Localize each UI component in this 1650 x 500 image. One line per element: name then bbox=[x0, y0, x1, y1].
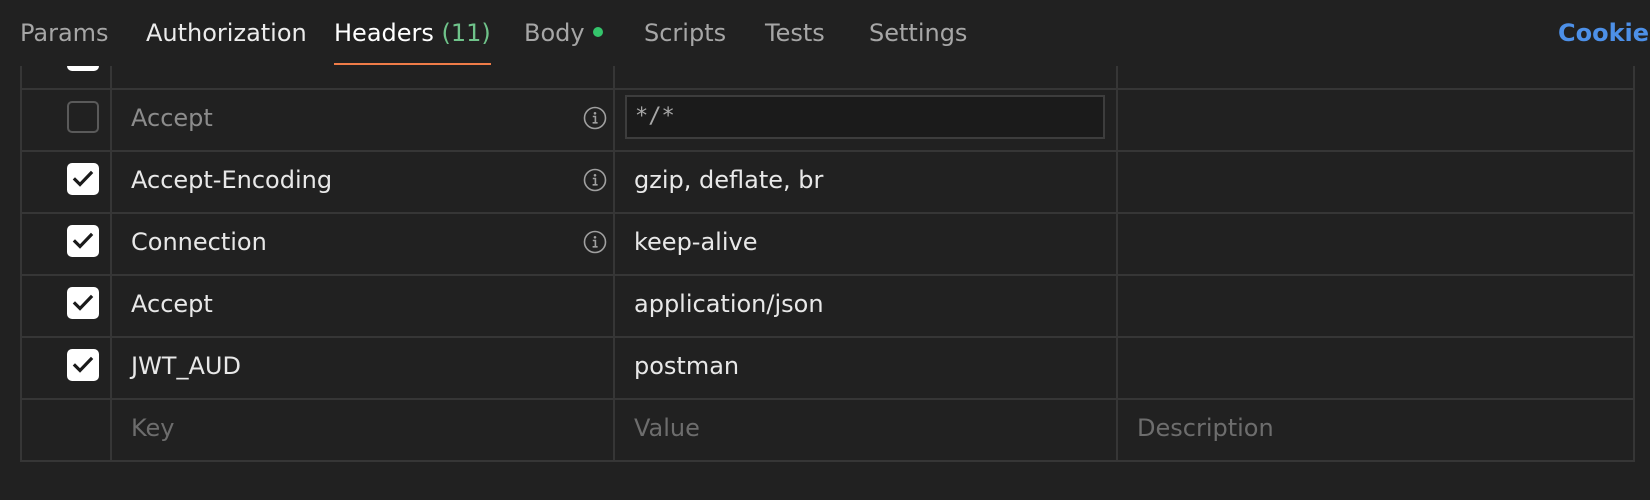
header-value: postman bbox=[634, 352, 740, 380]
row-description-cell[interactable] bbox=[1118, 334, 1635, 398]
header-value-input[interactable]: */* bbox=[625, 95, 1105, 139]
row-value-cell[interactable]: gzip, deflate, br bbox=[615, 148, 1118, 212]
row-description-cell[interactable] bbox=[1118, 210, 1635, 274]
new-value-placeholder[interactable]: Value bbox=[634, 396, 700, 460]
tab-settings[interactable]: Settings bbox=[869, 0, 967, 66]
info-icon[interactable] bbox=[583, 168, 607, 192]
new-key-placeholder[interactable]: Key bbox=[131, 396, 175, 460]
row-value-cell[interactable]: application/json bbox=[615, 272, 1118, 336]
header-key: Accept bbox=[131, 104, 213, 132]
row-description-cell[interactable] bbox=[1118, 148, 1635, 212]
tab-scripts[interactable]: Scripts bbox=[644, 0, 726, 66]
header-value: gzip, deflate, br bbox=[634, 166, 824, 194]
tab-headers[interactable]: Headers (11) bbox=[334, 0, 491, 66]
tab-tests-label: Tests bbox=[765, 19, 825, 47]
table-row: Connection keep-alive bbox=[20, 210, 1635, 276]
header-key: JWT_AUD bbox=[131, 352, 241, 380]
active-tab-underline bbox=[334, 63, 491, 65]
row-description-cell[interactable] bbox=[1118, 272, 1635, 336]
table-row: Accept-Encoding gzip, deflate, br bbox=[20, 148, 1635, 214]
row-check-cell bbox=[22, 86, 112, 150]
checkmark-icon bbox=[72, 170, 94, 187]
tab-tests[interactable]: Tests bbox=[765, 0, 825, 66]
table-row: Accept application/json bbox=[20, 272, 1635, 338]
row-checkbox[interactable] bbox=[67, 101, 99, 133]
row-key-cell[interactable]: Accept-Encoding bbox=[112, 148, 615, 212]
tab-settings-label: Settings bbox=[869, 19, 968, 47]
row-value-cell[interactable]: */* bbox=[615, 86, 1118, 150]
row-check-cell bbox=[22, 396, 112, 460]
info-icon[interactable] bbox=[583, 106, 607, 130]
tab-body-label: Body bbox=[524, 19, 585, 47]
tab-scripts-label: Scripts bbox=[644, 19, 727, 47]
new-description-cell[interactable]: Description bbox=[1118, 396, 1635, 460]
row-description-cell[interactable] bbox=[1118, 86, 1635, 150]
row-checkbox[interactable] bbox=[67, 287, 99, 319]
new-description-placeholder[interactable]: Description bbox=[1137, 396, 1274, 460]
row-checkbox[interactable] bbox=[67, 349, 99, 381]
row-value-cell[interactable]: postman bbox=[615, 334, 1118, 398]
table-row-new: Key Value Description bbox=[20, 396, 1635, 462]
row-value-cell[interactable]: keep-alive bbox=[615, 210, 1118, 274]
tab-headers-label: Headers bbox=[334, 19, 434, 47]
info-icon[interactable] bbox=[583, 230, 607, 254]
row-check-cell bbox=[22, 334, 112, 398]
row-key-cell[interactable]: Accept bbox=[112, 86, 615, 150]
tab-params[interactable]: Params bbox=[20, 0, 109, 66]
row-key-cell[interactable]: JWT_AUD bbox=[112, 334, 615, 398]
checkmark-icon bbox=[72, 294, 94, 311]
tab-authorization-label: Authorization bbox=[146, 19, 307, 47]
new-key-cell[interactable]: Key bbox=[112, 396, 615, 460]
checkmark-icon bbox=[72, 232, 94, 249]
headers-count: (11) bbox=[441, 19, 491, 47]
request-tab-bar: Params Authorization Headers (11) Body S… bbox=[0, 0, 1650, 66]
header-value: application/json bbox=[634, 290, 824, 318]
row-checkbox[interactable] bbox=[67, 225, 99, 257]
row-check-cell bbox=[22, 148, 112, 212]
tab-params-label: Params bbox=[20, 19, 109, 47]
tab-body[interactable]: Body bbox=[524, 0, 603, 66]
row-check-cell bbox=[22, 272, 112, 336]
body-status-dot bbox=[592, 27, 603, 37]
row-key-cell[interactable]: Connection bbox=[112, 210, 615, 274]
tab-authorization[interactable]: Authorization bbox=[146, 0, 307, 66]
new-value-cell[interactable]: Value bbox=[615, 396, 1118, 460]
checkmark-icon bbox=[72, 356, 94, 373]
table-row: Accept */* bbox=[20, 86, 1635, 152]
cookies-link[interactable]: Cookies bbox=[1558, 0, 1650, 66]
header-key: Accept bbox=[131, 290, 213, 318]
row-check-cell bbox=[22, 210, 112, 274]
table-row: JWT_AUD postman bbox=[20, 334, 1635, 400]
headers-table: Accept */* Accept-Encoding gzip, deflate… bbox=[20, 0, 1635, 486]
header-key: Accept-Encoding bbox=[131, 166, 333, 194]
header-value: keep-alive bbox=[634, 228, 758, 256]
row-checkbox[interactable] bbox=[67, 163, 99, 195]
header-key: Connection bbox=[131, 228, 267, 256]
row-key-cell[interactable]: Accept bbox=[112, 272, 615, 336]
